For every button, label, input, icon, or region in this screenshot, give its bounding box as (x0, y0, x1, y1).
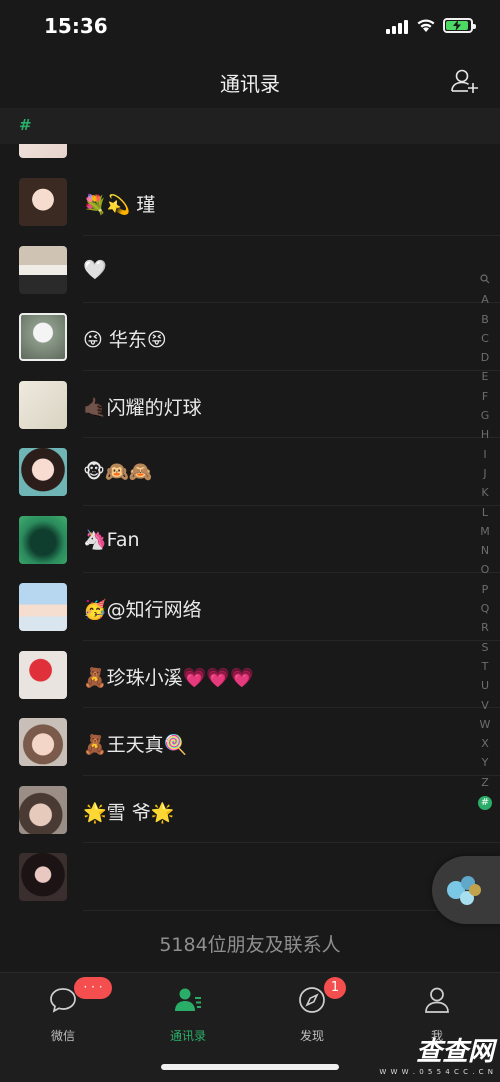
contact-name: 🤙🏿闪耀的灯球 (83, 396, 202, 419)
index-letter[interactable]: Y (478, 753, 492, 772)
index-letter[interactable]: G (478, 406, 492, 425)
contact-avatar (19, 515, 67, 564)
cellular-signal-icon (386, 20, 408, 34)
index-letter[interactable]: C (478, 329, 492, 348)
contact-row[interactable]: 🥳@知行网络 (0, 573, 500, 641)
contact-name: 🧸王天真🍭 (83, 734, 188, 756)
index-letter[interactable]: E (478, 367, 492, 386)
index-letter[interactable]: R (478, 618, 492, 637)
tab-label: 发现 (299, 1029, 324, 1043)
contact-row[interactable]: 🧸王天真🍭 (0, 708, 500, 776)
home-indicator[interactable] (161, 1064, 339, 1070)
contact-count: 5184位朋友及联系人 (0, 912, 500, 972)
index-letter[interactable]: J (478, 464, 492, 483)
contact-name: 🥳@知行网络 (83, 599, 202, 621)
index-letter[interactable]: B (478, 310, 492, 329)
contact-row[interactable] (0, 843, 500, 911)
contact-avatar (19, 785, 67, 834)
index-letter[interactable]: K (478, 483, 492, 502)
contact-row[interactable]: 🤍 (0, 236, 500, 303)
contact-name: 💐💫 瑾 (83, 194, 156, 216)
floating-app-icon (447, 876, 481, 905)
index-letter[interactable]: U (478, 676, 492, 695)
contact-avatar (19, 144, 67, 158)
contact-name: 🤍 (83, 258, 107, 281)
contact-avatar (19, 583, 67, 631)
contact-row[interactable]: 🐵🙉🙈 (0, 438, 500, 506)
contact-avatar (19, 650, 67, 699)
section-header: # (0, 108, 500, 144)
alphabet-index[interactable]: A B C D E F G H I J K L M N O P Q R S T … (478, 271, 492, 811)
contact-row[interactable]: 🦄Fan (0, 506, 500, 573)
contact-avatar (19, 448, 67, 496)
index-letter-active[interactable]: # (478, 792, 492, 811)
person-icon (425, 987, 449, 1013)
discover-badge: 1 (324, 977, 346, 999)
add-friend-icon[interactable] (450, 66, 480, 96)
floating-window-button[interactable] (432, 856, 500, 924)
contact-count-text: 5184位朋友及联系人 (159, 934, 341, 956)
unread-badge: · · · (74, 977, 112, 999)
compass-icon (299, 987, 325, 1013)
index-letter[interactable]: I (478, 445, 492, 464)
contact-name: 🧸珍珠小溪💗💗💗 (83, 666, 254, 689)
contact-row[interactable]: 🤙🏿闪耀的灯球 (0, 371, 500, 438)
index-letter[interactable]: W (478, 715, 492, 734)
page-title: 通讯录 (220, 72, 280, 96)
contact-row[interactable]: 🌟雪 爷🌟 (0, 776, 500, 843)
status-bar: 15:36 (0, 0, 500, 54)
contact-avatar (19, 178, 67, 226)
contact-row-partial[interactable] (0, 144, 500, 158)
nav-bar: 通讯录 (0, 54, 500, 108)
contact-row[interactable]: 😜 华东😝 (0, 303, 500, 371)
index-search-icon[interactable] (478, 271, 492, 290)
index-letter[interactable]: N (478, 541, 492, 560)
contact-name: 🐵🙉🙈 (83, 461, 153, 483)
index-letter[interactable]: F (478, 387, 492, 406)
contacts-icon (175, 988, 201, 1011)
section-letter: # (19, 116, 32, 134)
contact-avatar (19, 380, 67, 429)
contact-name: 😜 华东😝 (83, 329, 167, 351)
tab-label: 通讯录 (169, 1029, 206, 1043)
watermark-title: 查查网 (415, 1037, 494, 1067)
wifi-icon (417, 19, 435, 32)
tab-contacts[interactable]: 通讯录 (148, 985, 228, 1044)
contact-avatar (19, 313, 67, 361)
index-letter[interactable]: Q (478, 599, 492, 618)
index-letter[interactable]: H (478, 425, 492, 444)
contact-row[interactable]: 🧸珍珠小溪💗💗💗 (0, 641, 500, 708)
index-letter[interactable]: A (478, 290, 492, 309)
index-letter[interactable]: M (478, 522, 492, 541)
contact-avatar (19, 853, 67, 901)
watermark-url: W W W . 0 5 5 4 C C . C N (379, 1068, 494, 1076)
index-letter[interactable]: Z (478, 773, 492, 792)
status-time: 15:36 (44, 14, 108, 38)
contact-avatar (19, 718, 67, 766)
index-letter[interactable]: O (478, 560, 492, 579)
index-letter[interactable]: L (478, 503, 492, 522)
contact-list[interactable]: 💐💫 瑾 🤍 😜 华东😝 🤙🏿闪耀的灯球 🐵🙉🙈 🦄Fan 🥳@知行网络 🧸珍珠… (0, 144, 500, 912)
index-letter[interactable]: T (478, 657, 492, 676)
watermark: 查查网 W W W . 0 5 5 4 C C . C N (379, 1031, 494, 1076)
contact-row[interactable]: 💐💫 瑾 (0, 168, 500, 236)
index-letter[interactable]: P (478, 580, 492, 599)
battery-icon (443, 18, 476, 33)
contact-name: 🦄Fan (83, 528, 140, 551)
contact-name: 🌟雪 爷🌟 (83, 801, 175, 824)
index-letter[interactable]: D (478, 348, 492, 367)
index-letter[interactable]: X (478, 734, 492, 753)
index-letter[interactable]: S (478, 638, 492, 657)
contact-avatar (19, 245, 67, 294)
index-letter[interactable]: V (478, 696, 492, 715)
tab-label: 微信 (50, 1029, 75, 1043)
